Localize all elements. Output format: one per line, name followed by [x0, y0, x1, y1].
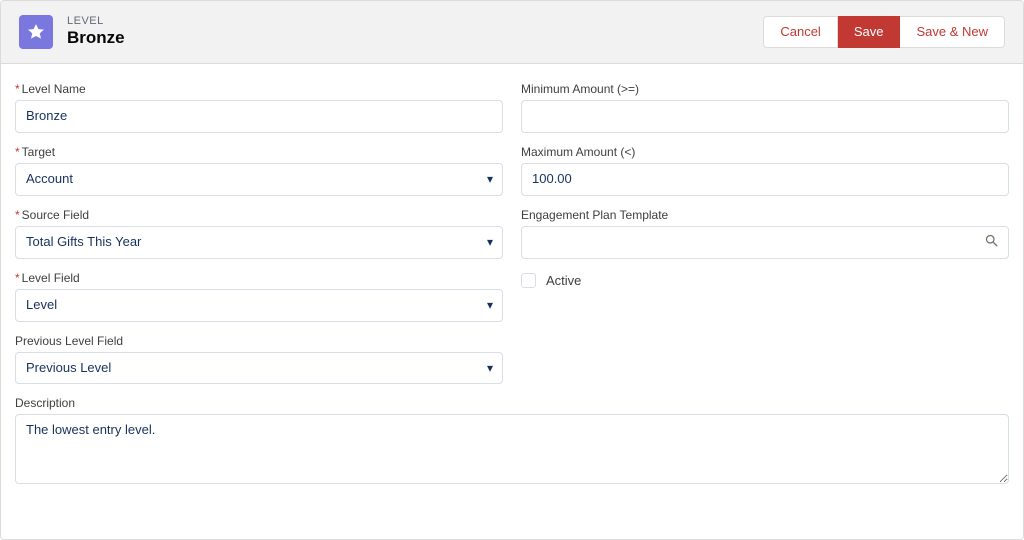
select-wrap-level-field: Level ▾ — [15, 289, 503, 322]
field-previous-level-field: Previous Level Field Previous Level ▾ — [15, 334, 503, 385]
input-level-name[interactable] — [15, 100, 503, 133]
select-previous-level-field[interactable]: Previous Level — [15, 352, 503, 385]
label-level-name: *Level Name — [15, 82, 503, 96]
input-engagement-plan-template[interactable] — [521, 226, 1009, 259]
label-max-amount: Maximum Amount (<) — [521, 145, 1009, 159]
select-wrap-target: Account ▾ — [15, 163, 503, 196]
label-engagement-plan-template: Engagement Plan Template — [521, 208, 1009, 222]
field-level-field: *Level Field Level ▾ — [15, 271, 503, 322]
form-columns: *Level Name *Target Account ▾ — [15, 82, 1009, 396]
required-marker: * — [15, 145, 20, 159]
star-icon — [26, 22, 46, 42]
required-marker: * — [15, 82, 20, 96]
form-body: *Level Name *Target Account ▾ — [1, 64, 1023, 539]
field-active: Active — [521, 273, 1009, 288]
label-level-field: *Level Field — [15, 271, 503, 285]
input-max-amount[interactable] — [521, 163, 1009, 196]
input-min-amount[interactable] — [521, 100, 1009, 133]
label-source-field: *Source Field — [15, 208, 503, 222]
select-level-field[interactable]: Level — [15, 289, 503, 322]
label-previous-level-field: Previous Level Field — [15, 334, 503, 348]
save-button[interactable]: Save — [838, 16, 901, 48]
field-engagement-plan-template: Engagement Plan Template — [521, 208, 1009, 259]
save-new-button[interactable]: Save & New — [900, 16, 1005, 48]
checkbox-active[interactable] — [521, 273, 536, 288]
label-active: Active — [546, 273, 581, 288]
required-marker: * — [15, 208, 20, 222]
header-texts: LEVEL Bronze — [67, 15, 125, 49]
select-source-field[interactable]: Total Gifts This Year — [15, 226, 503, 259]
field-min-amount: Minimum Amount (>=) — [521, 82, 1009, 133]
select-target[interactable]: Account — [15, 163, 503, 196]
field-max-amount: Maximum Amount (<) — [521, 145, 1009, 196]
required-marker: * — [15, 271, 20, 285]
left-column: *Level Name *Target Account ▾ — [15, 82, 503, 396]
cancel-button[interactable]: Cancel — [763, 16, 837, 48]
field-description: Description — [15, 396, 1009, 487]
page-header: LEVEL Bronze Cancel Save Save & New — [1, 1, 1023, 64]
right-column: Minimum Amount (>=) Maximum Amount (<) E… — [521, 82, 1009, 396]
header-left: LEVEL Bronze — [19, 15, 125, 49]
input-description[interactable] — [15, 414, 1009, 484]
field-target: *Target Account ▾ — [15, 145, 503, 196]
label-target: *Target — [15, 145, 503, 159]
level-icon — [19, 15, 53, 49]
field-level-name: *Level Name — [15, 82, 503, 133]
label-description: Description — [15, 396, 1009, 410]
page-title: Bronze — [67, 28, 125, 48]
select-wrap-previous-level-field: Previous Level ▾ — [15, 352, 503, 385]
header-actions: Cancel Save Save & New — [763, 16, 1005, 48]
edit-level-panel: LEVEL Bronze Cancel Save Save & New *Lev… — [0, 0, 1024, 540]
select-wrap-source-field: Total Gifts This Year ▾ — [15, 226, 503, 259]
lookup-wrap-engagement-plan — [521, 226, 1009, 259]
label-min-amount: Minimum Amount (>=) — [521, 82, 1009, 96]
header-eyebrow: LEVEL — [67, 15, 125, 28]
field-source-field: *Source Field Total Gifts This Year ▾ — [15, 208, 503, 259]
